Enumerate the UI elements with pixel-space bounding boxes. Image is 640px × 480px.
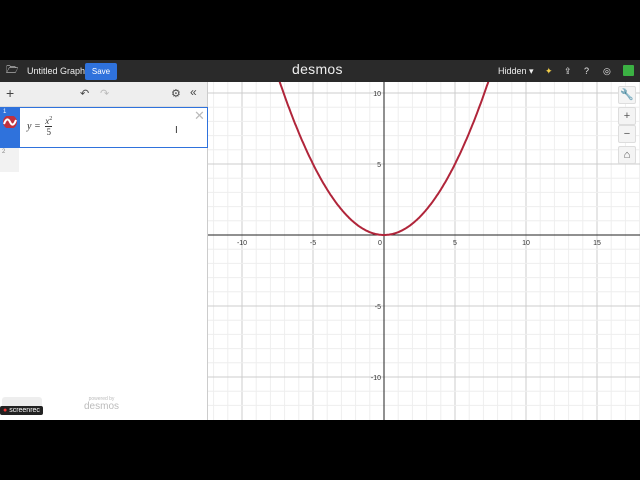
- screenrec-badge: ● screenrec: [0, 406, 43, 415]
- share-icon[interactable]: ⇪: [564, 60, 572, 82]
- powered-by-logo: desmos: [84, 401, 120, 412]
- desmos-logo: desmos: [292, 61, 343, 77]
- collapse-panel-icon[interactable]: «: [190, 85, 197, 99]
- powered-by[interactable]: powered by desmos: [84, 396, 119, 412]
- expression-toolbar: + ↶ ↷ ⚙ «: [0, 82, 207, 107]
- expression-item[interactable]: 1 y = x2 5 I ✕: [0, 107, 208, 148]
- graph-canvas[interactable]: -10 -5 0 5 10 15 10 5 -5 -10: [198, 49, 640, 420]
- folder-icon[interactable]: 🗁: [6, 60, 18, 82]
- expression-math[interactable]: y = x2 5: [27, 116, 53, 137]
- redo-icon[interactable]: ↷: [100, 87, 109, 100]
- x-tick-label: 5: [453, 240, 457, 247]
- zoom-out-button[interactable]: −: [618, 125, 636, 143]
- y-tick-label: -5: [375, 304, 381, 311]
- x-tick-label: 10: [522, 240, 530, 247]
- index-label: 1: [3, 109, 7, 115]
- language-icon[interactable]: ◎: [603, 60, 611, 82]
- top-bar: 🗁 Untitled Graph Save desmos Hidden ▾ ✦ …: [0, 60, 640, 82]
- x-tick-label: -5: [310, 240, 316, 247]
- visibility-dropdown[interactable]: Hidden ▾: [498, 60, 534, 82]
- text-cursor-icon: I: [175, 125, 178, 136]
- wrench-icon[interactable]: 🔧: [618, 86, 636, 104]
- x-tick-label: 0: [378, 240, 382, 247]
- screenrec-label: screenrec: [9, 407, 40, 414]
- graph-title[interactable]: Untitled Graph: [27, 60, 85, 82]
- visibility-label: Hidden: [498, 66, 527, 76]
- denominator: 5: [46, 127, 51, 137]
- help-icon[interactable]: ?: [584, 60, 589, 82]
- x-tick-label: -10: [237, 240, 247, 247]
- add-icon[interactable]: +: [6, 85, 14, 101]
- graph-color-icon[interactable]: [2, 116, 18, 128]
- y-tick-label: -10: [371, 375, 381, 382]
- save-button[interactable]: Save: [85, 63, 117, 80]
- exponent: 2: [49, 116, 53, 122]
- home-icon[interactable]: ⌂: [618, 146, 636, 164]
- undo-icon[interactable]: ↶: [80, 87, 89, 100]
- expression-lhs: y =: [27, 120, 41, 132]
- expression-item-empty[interactable]: 2: [0, 148, 19, 172]
- index-label: 2: [2, 149, 6, 155]
- sparkle-icon[interactable]: ✦: [545, 60, 553, 82]
- user-avatar[interactable]: [623, 65, 634, 76]
- y-tick-label: 5: [377, 162, 381, 169]
- zoom-in-button[interactable]: +: [618, 107, 636, 125]
- y-tick-label: 10: [373, 91, 381, 98]
- expression-index: 1: [1, 108, 20, 147]
- x-tick-label: 15: [593, 240, 601, 247]
- expression-panel: + ↶ ↷ ⚙ « 1 y = x2 5 I ✕ 2 ● screenrec p…: [0, 82, 208, 420]
- delete-expression-icon[interactable]: ✕: [194, 108, 205, 124]
- settings-gear-icon[interactable]: ⚙: [171, 87, 181, 100]
